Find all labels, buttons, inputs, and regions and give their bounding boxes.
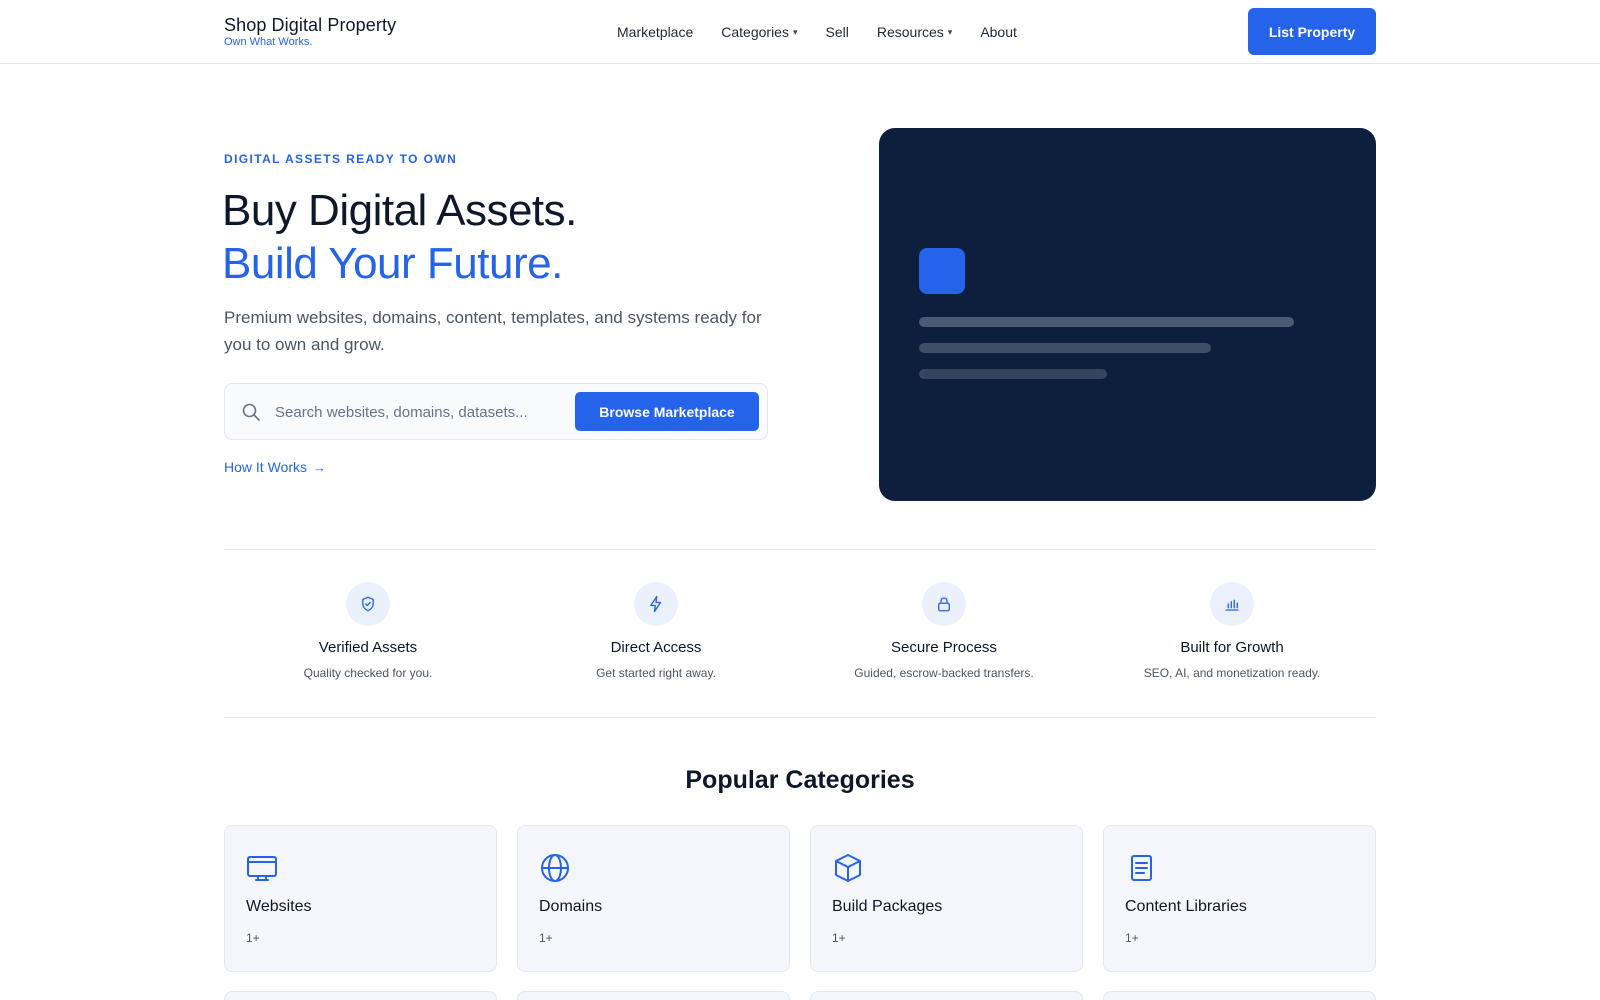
- hero-description: Premium websites, domains, content, temp…: [224, 308, 762, 354]
- feature-title: Verified Assets: [318, 639, 418, 656]
- nav-item-about[interactable]: About: [980, 24, 1017, 40]
- category-count: 1+: [539, 931, 553, 945]
- how-it-works-label: How It Works: [224, 459, 307, 475]
- brand-logo[interactable]: Shop Digital Property Own What Works.: [224, 14, 396, 48]
- category-count: 1+: [1125, 931, 1139, 945]
- feature-desc: Quality checked for you.: [303, 666, 433, 680]
- illustration-square: [919, 248, 965, 294]
- browse-marketplace-button[interactable]: Browse Marketplace: [575, 392, 759, 431]
- nav-item-categories[interactable]: Categories ▾: [721, 24, 797, 40]
- hero-title-line2: Build Your Future.: [222, 239, 563, 288]
- box-icon: [835, 854, 861, 882]
- bar-chart-icon: [1210, 582, 1254, 626]
- how-it-works-link[interactable]: How It Works →: [224, 459, 326, 475]
- nav-item-sell[interactable]: Sell: [826, 24, 849, 40]
- nav-label: Marketplace: [617, 24, 694, 40]
- nav-item-resources[interactable]: Resources ▾: [877, 24, 952, 40]
- nav-label: Categories: [721, 24, 789, 40]
- lightning-icon: [634, 582, 678, 626]
- brand-name: Shop Digital Property: [224, 15, 397, 35]
- categories-grid-row2: [224, 991, 1376, 1000]
- feature-title: Direct Access: [610, 639, 702, 656]
- category-card-build-packages[interactable]: Build Packages 1+: [810, 825, 1083, 972]
- hero-eyebrow: DIGITAL ASSETS READY TO OWN: [224, 152, 458, 166]
- category-name: Websites: [246, 898, 312, 915]
- feature-desc: Get started right away.: [596, 666, 716, 680]
- caret-down-icon: ▾: [792, 26, 798, 37]
- monitor-icon: [247, 856, 277, 881]
- lock-icon: [922, 582, 966, 626]
- search-icon: [242, 403, 260, 421]
- hero-title: Buy Digital Assets. Build Your Future.: [222, 184, 577, 290]
- category-count: 1+: [246, 931, 260, 945]
- main-nav: Marketplace Categories ▾ Sell Resources …: [617, 0, 1017, 64]
- search-input[interactable]: [275, 398, 565, 426]
- document-icon: [1131, 855, 1152, 881]
- nav-item-marketplace[interactable]: Marketplace: [617, 24, 693, 40]
- arrow-right-icon: →: [312, 459, 326, 475]
- category-card-websites[interactable]: Websites 1+: [224, 825, 497, 972]
- category-card[interactable]: [1103, 991, 1376, 1000]
- feature-secure-process: Secure Process Guided, escrow-backed tra…: [800, 550, 1088, 717]
- feature-desc: Guided, escrow-backed transfers.: [854, 666, 1034, 680]
- feature-title: Built for Growth: [1180, 639, 1284, 656]
- category-card-content-libraries[interactable]: Content Libraries 1+: [1103, 825, 1376, 972]
- shield-check-icon: [346, 582, 390, 626]
- nav-label: Sell: [825, 24, 849, 40]
- nav-label: Resources: [876, 24, 944, 40]
- globe-icon: [541, 854, 569, 882]
- feature-title: Secure Process: [891, 639, 997, 656]
- illustration-line: [919, 317, 1294, 327]
- category-card[interactable]: [224, 991, 497, 1000]
- category-name: Domains: [539, 898, 603, 915]
- features-strip: Verified Assets Quality checked for you.…: [224, 549, 1376, 718]
- categories-grid: Websites 1+ Domains 1+ Build Packages 1+…: [224, 825, 1376, 972]
- illustration-line: [919, 343, 1211, 353]
- category-card-domains[interactable]: Domains 1+: [517, 825, 790, 972]
- site-header: Shop Digital Property Own What Works. Ma…: [0, 0, 1600, 64]
- hero-illustration: [879, 128, 1376, 501]
- search-bar: Browse Marketplace: [224, 383, 768, 440]
- category-name: Content Libraries: [1125, 898, 1247, 915]
- feature-desc: SEO, AI, and monetization ready.: [1143, 666, 1321, 680]
- category-name: Build Packages: [832, 898, 943, 915]
- feature-direct-access: Direct Access Get started right away.: [512, 550, 800, 717]
- categories-heading: Popular Categories: [685, 766, 915, 794]
- brand-tagline: Own What Works.: [224, 36, 313, 48]
- list-property-button[interactable]: List Property: [1248, 8, 1376, 55]
- category-card[interactable]: [517, 991, 790, 1000]
- category-count: 1+: [832, 931, 846, 945]
- feature-verified-assets: Verified Assets Quality checked for you.: [224, 550, 512, 717]
- category-card[interactable]: [810, 991, 1083, 1000]
- hero-title-line1: Buy Digital Assets.: [222, 186, 577, 235]
- feature-built-for-growth: Built for Growth SEO, AI, and monetizati…: [1088, 550, 1376, 717]
- caret-down-icon: ▾: [947, 26, 953, 37]
- nav-label: About: [980, 24, 1017, 40]
- illustration-line: [919, 369, 1107, 379]
